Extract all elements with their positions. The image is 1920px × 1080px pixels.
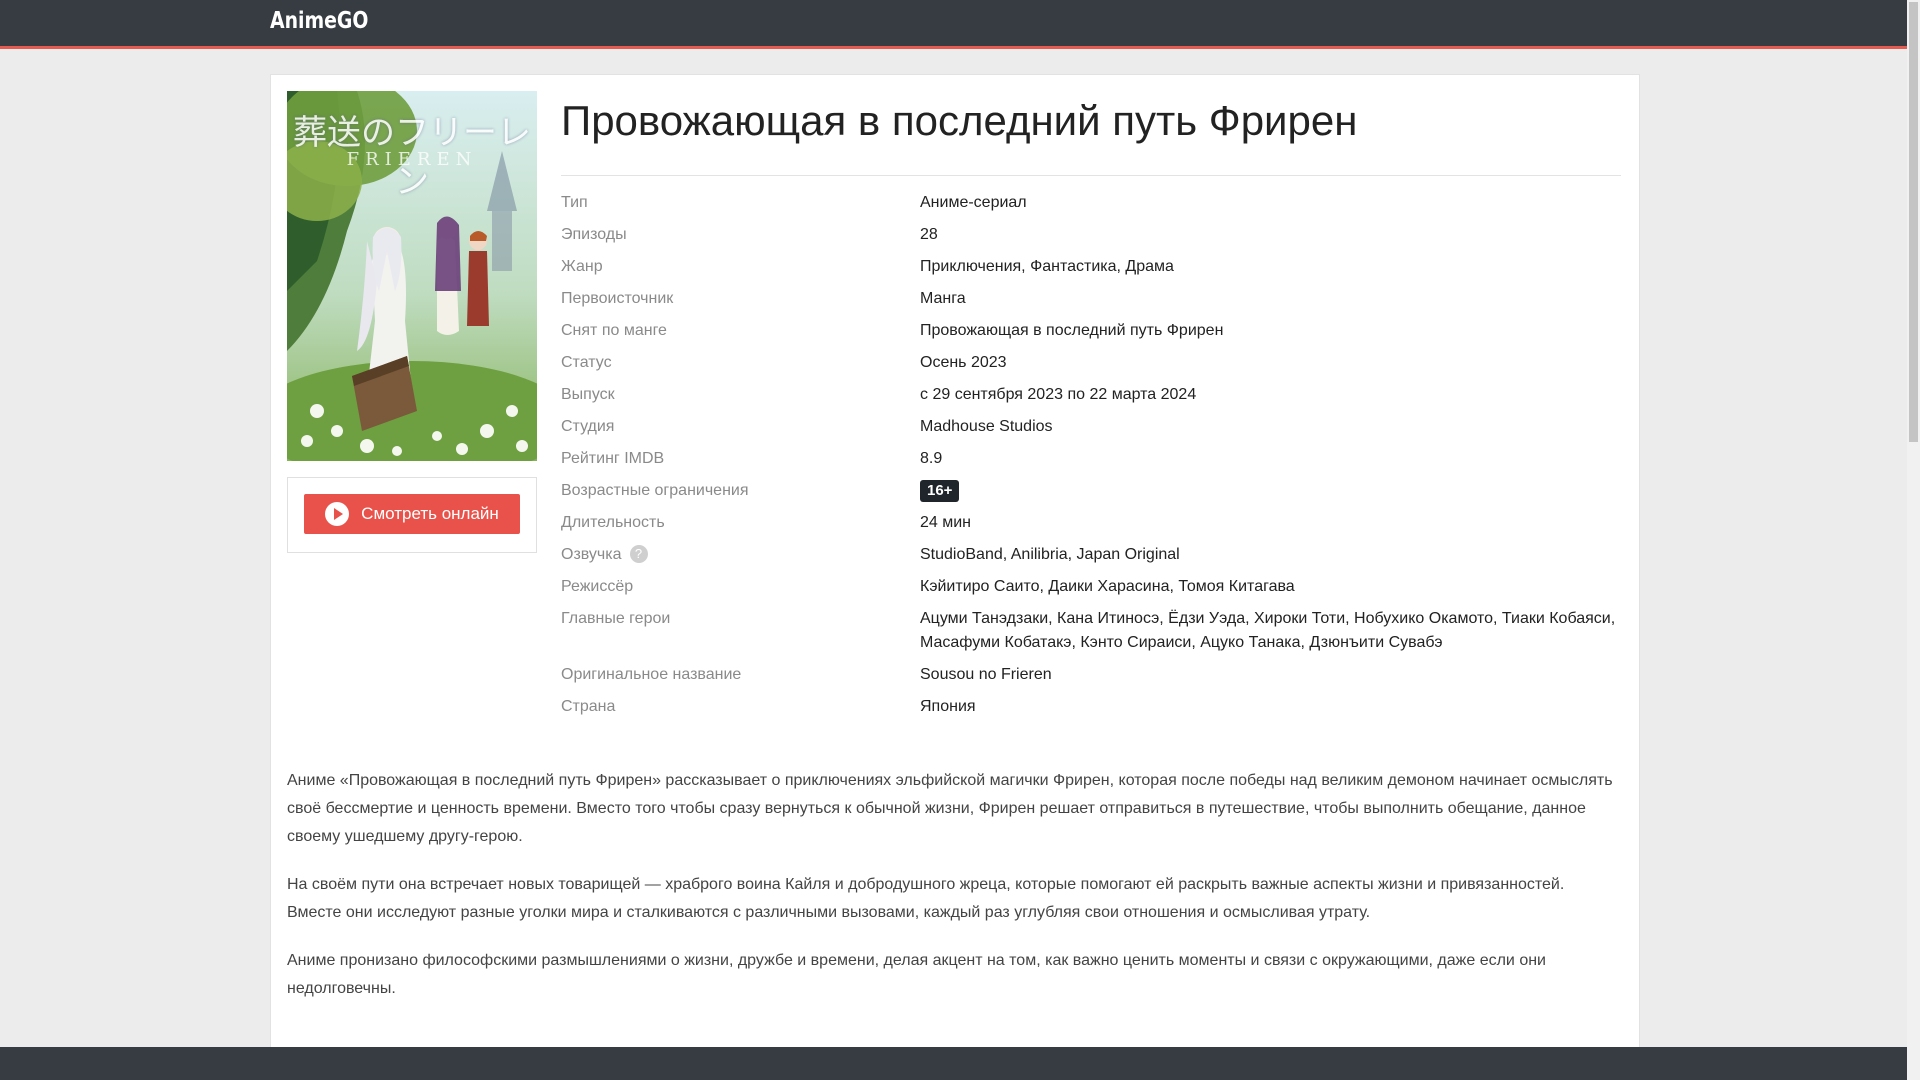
info-label-status: Статус: [561, 354, 612, 371]
play-icon: [325, 502, 350, 526]
watch-online-box: Смотреть онлайн: [287, 477, 537, 553]
info-label-episodes: Эпизоды: [561, 226, 627, 243]
description-paragraph: Аниме «Провожающая в последний путь Фрир…: [287, 772, 1613, 845]
info-label-director: Режиссёр: [561, 578, 634, 595]
info-value-release: с 29 сентября 2023 по 22 марта 2024: [920, 386, 1197, 403]
description-paragraph: На своём пути она встречает новых товари…: [287, 876, 1565, 921]
help-icon[interactable]: ?: [629, 545, 648, 563]
info-label-voiceover: Озвучка: [561, 546, 622, 563]
info-value-source[interactable]: Манга: [920, 287, 1620, 311]
info-value-genre[interactable]: Приключения, Фантастика, Драма: [920, 255, 1620, 279]
info-value-status[interactable]: Осень 2023: [920, 351, 1620, 375]
anime-card: 葬送のフリーレン FRIEREN Смотреть онлайн Провожа…: [270, 74, 1640, 1076]
info-label-type: Тип: [561, 194, 588, 211]
watch-online-label: Смотреть онлайн: [361, 504, 499, 523]
page-footer: [0, 1047, 1907, 1080]
top-navbar: AnimeGO: [0, 0, 1907, 49]
info-label-main-cast: Главные герои: [561, 610, 671, 627]
info-value-director[interactable]: Кэйитиро Саито, Даики Харасина, Томоя Ки…: [920, 575, 1620, 599]
info-label-voiceover-row: Озвучка?: [561, 543, 901, 567]
scrollbar-thumb[interactable]: [1909, 2, 1918, 442]
info-value-duration: 24 мин: [920, 514, 972, 531]
anime-description: Аниме «Провожающая в последний путь Фрир…: [287, 767, 1623, 1023]
info-value-episodes: 28: [920, 226, 938, 243]
site-logo[interactable]: AnimeGO: [270, 8, 368, 34]
info-value-based-on[interactable]: Провожающая в последний путь Фрирен: [920, 319, 1620, 343]
info-value-imdb: 8.9: [920, 450, 943, 467]
info-label-studio: Студия: [561, 418, 615, 435]
info-label-age-rating: Возрастные ограничения: [561, 482, 749, 499]
poster-title-en: FRIEREN: [346, 149, 478, 170]
info-label-duration: Длительность: [561, 514, 665, 531]
page-scrollbar[interactable]: [1907, 0, 1920, 1080]
info-label-source: Первоисточник: [561, 290, 674, 307]
info-value-type[interactable]: Аниме-сериал: [920, 191, 1620, 215]
anime-title: Провожающая в последний путь Фрирен: [561, 97, 1358, 144]
info-value-original-title: Sousou no Frieren: [920, 666, 1052, 683]
age-rating-badge: 16+: [920, 480, 960, 502]
info-label-genre: Жанр: [561, 258, 603, 275]
info-value-country: Япония: [920, 698, 976, 715]
info-label-imdb: Рейтинг IMDB: [561, 450, 665, 467]
info-label-country: Страна: [561, 698, 616, 715]
info-value-main-cast[interactable]: Ацуми Танэдзаки, Кана Итиносэ, Ёдзи Уэда…: [920, 607, 1620, 655]
info-label-release: Выпуск: [561, 386, 615, 403]
info-value-age-rating: 16+: [920, 479, 1620, 503]
info-value-voiceover[interactable]: StudioBand, Anilibria, Japan Original: [920, 543, 1620, 567]
description-paragraph: Аниме пронизано философскими размышления…: [287, 952, 1546, 997]
anime-poster[interactable]: 葬送のフリーレン FRIEREN: [287, 91, 537, 461]
title-divider: [561, 175, 1621, 176]
watch-online-button[interactable]: Смотреть онлайн: [304, 494, 520, 534]
info-label-based-on: Снят по манге: [561, 322, 667, 339]
info-label-original-title: Оригинальное название: [561, 666, 742, 683]
info-value-studio[interactable]: Madhouse Studios: [920, 415, 1620, 439]
